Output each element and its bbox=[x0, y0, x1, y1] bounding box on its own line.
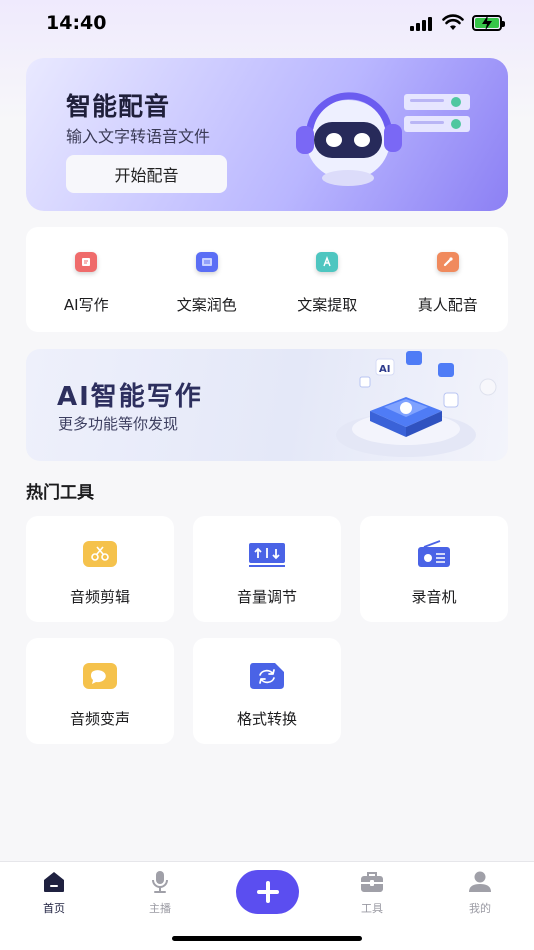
profile-icon bbox=[469, 871, 491, 892]
status-bar: 14:40 bbox=[0, 0, 534, 50]
tool-label: 音频变声 bbox=[69, 710, 130, 728]
wifi-icon bbox=[442, 14, 464, 30]
hero-subtitle: 输入文字转语音文件 bbox=[66, 127, 211, 146]
quick-actions: AI写作 文案润色 文案提取 真人配音 bbox=[26, 227, 508, 332]
ai-platform-illustration: AI bbox=[336, 351, 497, 457]
battery-icon bbox=[472, 15, 505, 31]
status-time: 14:40 bbox=[46, 12, 107, 34]
radio-icon bbox=[418, 540, 450, 567]
quick-item-label: 真人配音 bbox=[417, 296, 478, 314]
tool-label: 音量调节 bbox=[236, 588, 297, 606]
svg-text:AI: AI bbox=[379, 364, 390, 375]
voice-change-icon bbox=[83, 663, 117, 689]
plus-icon bbox=[256, 881, 279, 903]
tool-volume-adjust[interactable]: 音量调节 bbox=[193, 516, 341, 622]
toolbox-icon bbox=[361, 872, 383, 892]
tool-audio-cut[interactable]: 音频剪辑 bbox=[26, 516, 174, 622]
hero-title: 智能配音 bbox=[66, 92, 171, 121]
convert-icon bbox=[250, 663, 284, 689]
add-button[interactable] bbox=[236, 870, 299, 914]
tool-voice-change[interactable]: 音频变声 bbox=[26, 638, 174, 744]
signal-icon bbox=[410, 17, 436, 31]
tab-label: 主播 bbox=[149, 902, 171, 915]
tab-anchor[interactable]: 主播 bbox=[120, 862, 200, 922]
start-dubbing-button[interactable]: 开始配音 bbox=[66, 155, 227, 193]
quick-item-label: 文案润色 bbox=[176, 296, 237, 314]
volume-adjust-icon bbox=[249, 543, 285, 567]
home-icon bbox=[44, 872, 64, 892]
tool-label: 录音机 bbox=[411, 588, 457, 606]
extract-icon bbox=[316, 252, 339, 272]
human-voice-icon bbox=[436, 252, 459, 272]
quick-item-label: 文案提取 bbox=[297, 296, 358, 314]
quick-item-polish[interactable]: 文案润色 bbox=[147, 227, 268, 332]
quick-item-human-voice[interactable]: 真人配音 bbox=[388, 227, 509, 332]
tab-tools[interactable]: 工具 bbox=[332, 862, 412, 922]
ai-banner-subtitle: 更多功能等你发现 bbox=[58, 415, 179, 433]
smart-dubbing-banner[interactable]: 智能配音 输入文字转语音文件 开始配音 bbox=[26, 58, 508, 211]
scissors-icon bbox=[83, 541, 117, 567]
quick-item-label: AI写作 bbox=[63, 296, 109, 314]
tool-label: 音频剪辑 bbox=[69, 588, 130, 606]
tab-label: 首页 bbox=[43, 902, 65, 915]
robot-illustration bbox=[296, 92, 470, 186]
microphone-icon bbox=[152, 871, 168, 893]
ai-writing-banner[interactable]: AI智能写作 更多功能等你发现 AI bbox=[26, 349, 508, 461]
home-indicator bbox=[172, 936, 362, 941]
tab-home[interactable]: 首页 bbox=[14, 862, 94, 922]
ai-banner-title: AI智能写作 bbox=[57, 382, 203, 412]
quick-item-extract[interactable]: 文案提取 bbox=[267, 227, 388, 332]
ai-writing-icon bbox=[75, 252, 98, 272]
hot-tools-title: 热门工具 bbox=[26, 483, 94, 503]
tab-label: 工具 bbox=[361, 902, 383, 915]
tool-recorder[interactable]: 录音机 bbox=[360, 516, 508, 622]
tab-mine[interactable]: 我的 bbox=[440, 862, 520, 922]
tool-format-convert[interactable]: 格式转换 bbox=[193, 638, 341, 744]
tool-label: 格式转换 bbox=[236, 710, 297, 728]
polish-icon bbox=[195, 252, 218, 272]
quick-item-ai-writing[interactable]: AI写作 bbox=[26, 227, 147, 332]
tab-label: 我的 bbox=[469, 902, 491, 915]
